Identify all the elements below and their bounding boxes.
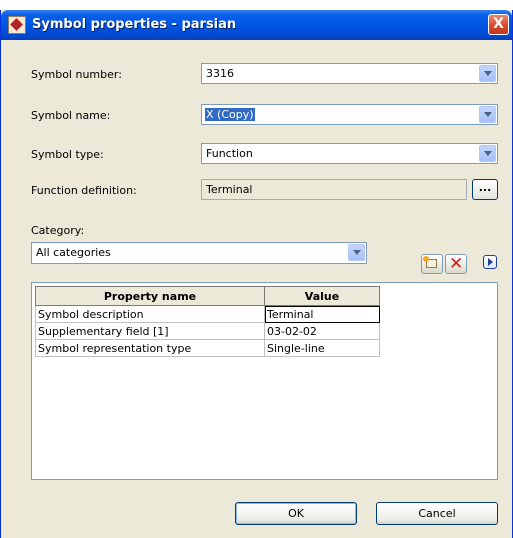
property-value-cell[interactable]: 03-02-02 [264,322,380,340]
chevron-down-icon[interactable] [479,106,496,123]
symbol-number-value: 3316 [206,67,234,80]
new-property-button[interactable] [421,254,443,274]
function-definition-field: Terminal [201,179,467,200]
chevron-down-icon[interactable] [479,145,496,162]
property-value-cell[interactable]: Terminal [264,305,380,323]
new-property-icon [423,256,437,268]
delete-icon: ✕ [449,254,464,274]
symbol-name-value: X (Copy) [205,108,255,121]
chevron-down-icon[interactable] [479,65,496,82]
properties-table: Property name Value Symbol description T… [35,286,380,357]
symbol-properties-dialog: Symbol properties - parsian X Symbol num… [0,10,513,538]
property-value-cell[interactable]: Single-line [264,339,380,357]
symbol-type-value: Function [206,147,253,160]
table-header-row: Property name Value [35,286,380,306]
symbol-number-combo[interactable]: 3316 [201,63,498,84]
property-name-cell[interactable]: Symbol representation type [35,339,265,357]
delete-property-button[interactable]: ✕ [445,254,467,274]
property-name-cell[interactable]: Supplementary field [1] [35,322,265,340]
property-name-cell[interactable]: Symbol description [35,305,265,323]
symbol-type-combo[interactable]: Function [201,143,498,164]
chevron-down-icon[interactable] [348,244,365,261]
category-label: Category: [31,224,85,237]
table-row[interactable]: Symbol description Terminal [35,305,380,323]
category-value: All categories [36,246,111,259]
table-row[interactable]: Supplementary field [1] 03-02-02 [35,322,380,340]
table-row[interactable]: Symbol representation type Single-line [35,339,380,357]
symbol-name-combo[interactable]: X (Copy) [201,104,498,125]
column-header-value[interactable]: Value [264,286,380,306]
category-combo[interactable]: All categories [31,242,367,264]
play-icon[interactable] [483,255,497,269]
title-bar[interactable]: Symbol properties - parsian X [1,10,512,40]
app-icon [8,16,26,34]
function-definition-browse-button[interactable]: ... [472,179,498,200]
column-header-property-name[interactable]: Property name [35,286,265,306]
properties-grid[interactable]: Property name Value Symbol description T… [31,282,498,480]
symbol-number-label: Symbol number: [31,68,122,81]
function-definition-label: Function definition: [31,184,137,197]
ok-button[interactable]: OK [235,502,357,525]
cancel-button[interactable]: Cancel [376,502,498,525]
window-title: Symbol properties - parsian [32,17,237,32]
symbol-name-label: Symbol name: [31,109,111,122]
symbol-type-label: Symbol type: [31,148,104,161]
function-definition-value: Terminal [206,183,253,196]
close-button[interactable]: X [488,14,509,35]
